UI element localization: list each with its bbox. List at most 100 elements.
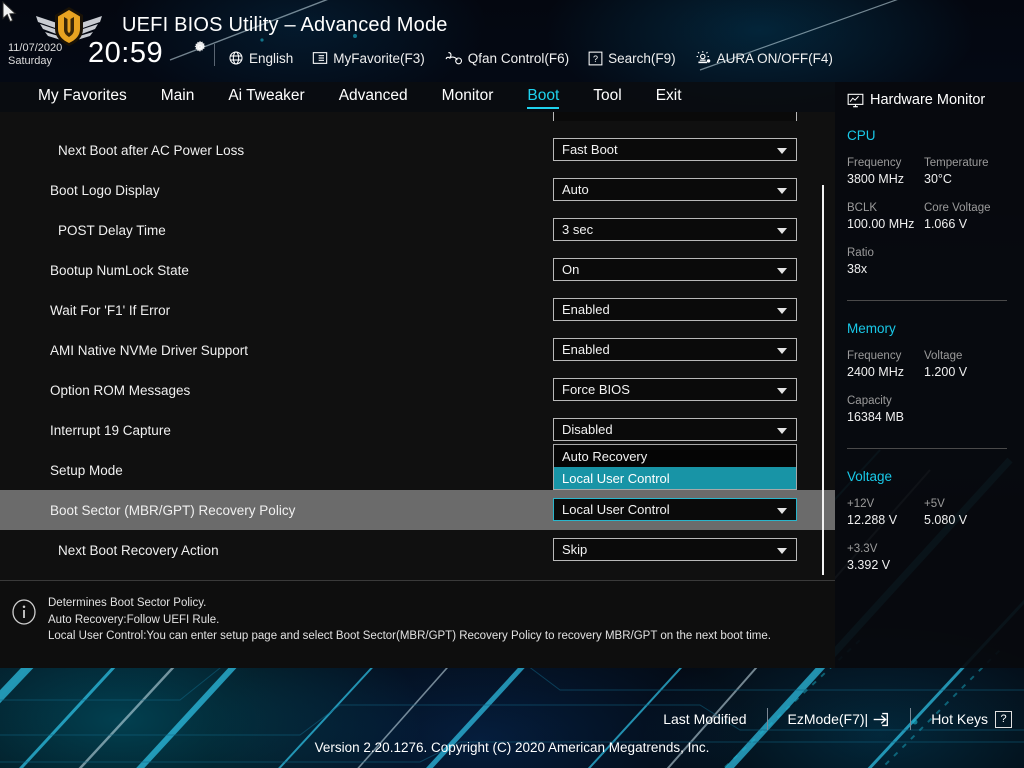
combo-bootup-numlock-state[interactable]: On: [553, 258, 797, 281]
hw-key: Ratio: [847, 247, 874, 259]
hw-section-cpu-title: CPU: [847, 128, 876, 143]
info-icon: [12, 599, 36, 625]
setting-row-wait-for-f1-if-error[interactable]: Wait For 'F1' If Error Enabled: [0, 290, 835, 330]
aura-button[interactable]: AURA ON/OFF(F4): [695, 50, 833, 66]
hw-cell-cpu-core-voltage: Core Voltage 1.066 V: [924, 200, 1001, 233]
setting-row-option-rom-messages[interactable]: Option ROM Messages Force BIOS: [0, 370, 835, 410]
combo-value: Force BIOS: [562, 382, 630, 397]
hot-keys-button[interactable]: Hot Keys ?: [931, 710, 1012, 728]
chevron-down-icon: [777, 227, 787, 234]
row-label: Boot Logo Display: [50, 182, 160, 198]
list-icon: [313, 52, 328, 64]
chevron-down-icon: [777, 347, 787, 354]
hw-key: +5V: [924, 498, 945, 510]
hw-value: 100.00 MHz: [847, 217, 915, 231]
combo-next-boot-recovery-action[interactable]: Skip: [553, 538, 797, 561]
gear-icon[interactable]: [193, 40, 207, 54]
page-title: UEFI BIOS Utility – Advanced Mode: [122, 14, 448, 36]
row-label: Next Boot Recovery Action: [58, 542, 219, 558]
chevron-down-icon: [777, 507, 787, 514]
hardware-monitor-label: Hardware Monitor: [870, 92, 986, 108]
open-dropdown-boot-sector-recovery-policy[interactable]: Auto Recovery Local User Control: [553, 444, 797, 490]
combo-value: Disabled: [562, 422, 613, 437]
combo-ami-native-nvme-driver-support[interactable]: Enabled: [553, 338, 797, 361]
setting-row-bootup-numlock-state[interactable]: Bootup NumLock State On: [0, 250, 835, 290]
tab-main[interactable]: Main: [161, 87, 195, 107]
row-label: Option ROM Messages: [50, 382, 191, 398]
setting-row-next-boot-after-ac-power-loss[interactable]: Next Boot after AC Power Loss Fast Boot: [0, 130, 835, 170]
aura-label: AURA ON/OFF(F4): [716, 50, 833, 66]
combo-scrolled-offscreen[interactable]: [553, 112, 797, 121]
combo-boot-logo-display[interactable]: Auto: [553, 178, 797, 201]
myfavorite-button[interactable]: MyFavorite(F3): [312, 51, 425, 66]
combo-value: Enabled: [562, 342, 610, 357]
hw-value: 30°C: [924, 172, 952, 186]
hw-value: 1.200 V: [924, 365, 968, 379]
hw-value: 3.392 V: [847, 558, 891, 572]
hw-key: +3.3V: [847, 543, 878, 555]
hw-section-voltage-title: Voltage: [847, 469, 893, 484]
footer-actions: Last Modified EzMode(F7)| Hot Keys ?: [663, 700, 1012, 738]
combo-interrupt-19-capture[interactable]: Disabled: [553, 418, 797, 441]
exit-arrow-icon: [873, 712, 889, 726]
combo-wait-for-f1-if-error[interactable]: Enabled: [553, 298, 797, 321]
date-value: 11/07/2020: [8, 42, 63, 54]
chevron-down-icon: [777, 267, 787, 274]
tab-boot[interactable]: Boot: [527, 87, 559, 109]
hw-value: 5.080 V: [924, 513, 968, 527]
combo-option-rom-messages[interactable]: Force BIOS: [553, 378, 797, 401]
tab-ai-tweaker[interactable]: Ai Tweaker: [228, 87, 304, 107]
hot-keys-label: Hot Keys: [931, 711, 988, 727]
qfan-control-button[interactable]: Qfan Control(F6): [444, 50, 569, 66]
chevron-down-icon: [777, 147, 787, 154]
vertical-scrollbar[interactable]: [822, 185, 824, 575]
setting-row-post-delay-time[interactable]: POST Delay Time 3 sec: [0, 210, 835, 250]
combo-value: Local User Control: [562, 502, 670, 517]
hw-cell-12v: +12V 12.288 V: [847, 496, 924, 529]
ezmode-button[interactable]: EzMode(F7)|: [788, 711, 891, 728]
hw-section-memory-title: Memory: [847, 321, 896, 336]
help-text: Determines Boot Sector Policy. Auto Reco…: [48, 595, 830, 645]
setting-row-next-boot-recovery-action[interactable]: Next Boot Recovery Action Skip: [0, 530, 835, 570]
header-shortcut-list: English MyFavorite(F3) Qfan Control(F6): [228, 46, 852, 70]
search-button[interactable]: ? Search(F9): [588, 51, 676, 66]
help-line-1: Determines Boot Sector Policy.: [48, 597, 207, 609]
language-label: English: [249, 50, 294, 66]
combo-boot-sector-recovery-policy[interactable]: Local User Control: [553, 498, 797, 521]
hw-cell-3v3: +3.3V 3.392 V: [847, 541, 924, 574]
weekday-value: Saturday: [8, 55, 53, 67]
combo-value: 3 sec: [562, 222, 594, 237]
language-button[interactable]: English: [228, 50, 293, 66]
chevron-down-icon: [777, 187, 787, 194]
dropdown-option-local-user-control[interactable]: Local User Control: [554, 467, 796, 489]
setting-row-ami-native-nvme-driver-support[interactable]: AMI Native NVMe Driver Support Enabled: [0, 330, 835, 370]
combo-next-boot-after-ac-power-loss[interactable]: Fast Boot: [553, 138, 797, 161]
chevron-down-icon: [777, 427, 787, 434]
hw-key: BCLK: [847, 202, 878, 214]
tab-exit[interactable]: Exit: [656, 87, 682, 107]
setting-row-boot-logo-display[interactable]: Boot Logo Display Auto: [0, 170, 835, 210]
aura-light-icon: [696, 51, 710, 64]
row-label: Interrupt 19 Capture: [50, 422, 171, 438]
row-label: Setup Mode: [50, 462, 123, 478]
hw-key: Capacity: [847, 395, 892, 407]
hw-value: 3800 MHz: [847, 172, 904, 186]
hw-key: Frequency: [847, 350, 902, 362]
myfavorite-label: MyFavorite(F3): [333, 50, 425, 66]
globe-icon: [229, 51, 243, 65]
date-display: 11/07/2020 Saturday: [8, 42, 62, 68]
tab-monitor[interactable]: Monitor: [442, 87, 494, 107]
combo-post-delay-time[interactable]: 3 sec: [553, 218, 797, 241]
last-modified-button[interactable]: Last Modified: [663, 711, 746, 727]
hw-cell-5v: +5V 5.080 V: [924, 496, 1001, 529]
hw-cell-memory-voltage: Voltage 1.200 V: [924, 348, 1001, 381]
setting-row-boot-sector-recovery-policy[interactable]: Boot Sector (MBR/GPT) Recovery Policy Lo…: [0, 490, 835, 530]
hw-key: +12V: [847, 498, 875, 510]
tab-my-favorites[interactable]: My Favorites: [38, 87, 127, 107]
qfan-label: Qfan Control(F6): [467, 50, 570, 66]
dropdown-option-auto-recovery[interactable]: Auto Recovery: [554, 445, 796, 467]
hw-voltage-row-2: +3.3V 3.392 V: [847, 541, 1024, 574]
tab-advanced[interactable]: Advanced: [339, 87, 408, 107]
tab-tool[interactable]: Tool: [593, 87, 621, 107]
hw-key: Frequency: [847, 157, 902, 169]
